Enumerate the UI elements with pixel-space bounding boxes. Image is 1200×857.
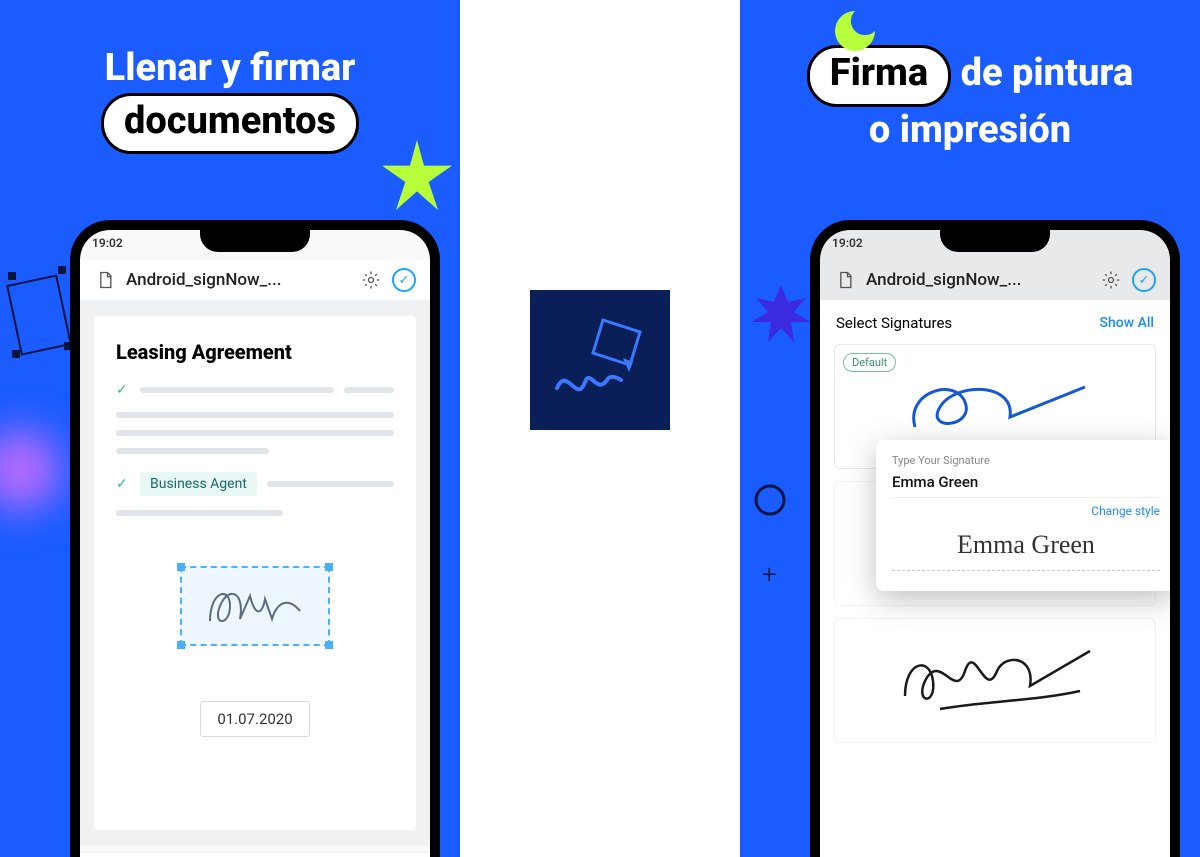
typed-name-input[interactable]: Emma Green xyxy=(892,473,1160,491)
document-icon[interactable] xyxy=(94,269,116,291)
signature-preview: Emma Green xyxy=(892,522,1160,564)
phone-notch xyxy=(940,230,1050,252)
document-title: Android_signNow_... xyxy=(866,270,1090,290)
gear-icon[interactable] xyxy=(1100,269,1122,291)
headline-text: de pintura xyxy=(961,51,1134,95)
headline-text: o impresión xyxy=(869,108,1071,152)
phone-mockup-right: 19:02 Android_signNow_... ✓ Select Signa… xyxy=(810,220,1180,857)
app-bar: Android_signNow_... ✓ xyxy=(820,260,1170,300)
show-all-link[interactable]: Show All xyxy=(1100,315,1155,331)
signature-card[interactable] xyxy=(834,618,1156,743)
app-icon xyxy=(530,290,670,430)
date-field[interactable]: 01.07.2020 xyxy=(200,701,309,737)
document-card: Leasing Agreement ✓ ✓ Business Agent xyxy=(94,316,416,830)
status-time: 19:02 xyxy=(92,236,123,250)
section-title: Select Signatures xyxy=(836,314,952,332)
plus-decoration-icon: + xyxy=(762,560,777,590)
phone-notch xyxy=(200,230,310,252)
done-icon[interactable]: ✓ xyxy=(1132,268,1156,292)
bounding-box-decoration-icon xyxy=(6,260,76,370)
type-signature-popup: Type Your Signature Emma Green Change st… xyxy=(876,440,1170,591)
signature-list: Default xyxy=(820,340,1170,857)
burst-decoration-icon xyxy=(746,280,816,350)
signature-field[interactable] xyxy=(180,566,330,646)
moon-decoration-icon xyxy=(830,6,880,56)
signature-graphic-icon xyxy=(885,641,1105,721)
field-chip[interactable]: Business Agent xyxy=(140,472,257,496)
star-decoration-icon xyxy=(382,140,452,210)
gear-icon[interactable] xyxy=(360,269,382,291)
phone-mockup-left: 19:02 Android_signNow_... ✓ Leasing Agre… xyxy=(70,220,440,857)
signatures-header: Select Signatures Show All xyxy=(820,300,1170,340)
check-icon: ✓ xyxy=(116,382,130,398)
document-title: Android_signNow_... xyxy=(126,270,350,290)
done-icon[interactable]: ✓ xyxy=(392,268,416,292)
doc-heading: Leasing Agreement xyxy=(116,340,394,364)
promo-panel-left: Llenar y firmar documentos 19:02 Android… xyxy=(0,0,460,857)
blur-decoration xyxy=(0,430,60,510)
headline-pill: documentos xyxy=(101,93,359,155)
default-badge: Default xyxy=(843,353,896,372)
headline-left: Llenar y firmar documentos xyxy=(0,0,460,154)
document-area: Leasing Agreement ✓ ✓ Business Agent xyxy=(80,300,430,846)
change-style-link[interactable]: Change style xyxy=(892,504,1160,518)
headline-right: Firma de pintura o impresión xyxy=(740,0,1200,154)
popup-label: Type Your Signature xyxy=(892,454,1160,467)
bottom-toolbar: ✒ Signature JS Initials T Text ▦ Date ✓ xyxy=(80,852,430,857)
document-icon[interactable] xyxy=(834,269,856,291)
app-bar: Android_signNow_... ✓ xyxy=(80,260,430,300)
status-time: 19:02 xyxy=(832,236,863,250)
signature-graphic-icon xyxy=(895,372,1095,442)
circle-outline-icon xyxy=(750,480,790,520)
promo-panel-right: + Firma de pintura o impresión 19:02 And… xyxy=(740,0,1200,857)
headline-text: Llenar y firmar xyxy=(105,46,356,90)
check-icon: ✓ xyxy=(116,476,130,492)
signature-scribble-icon xyxy=(200,581,310,631)
